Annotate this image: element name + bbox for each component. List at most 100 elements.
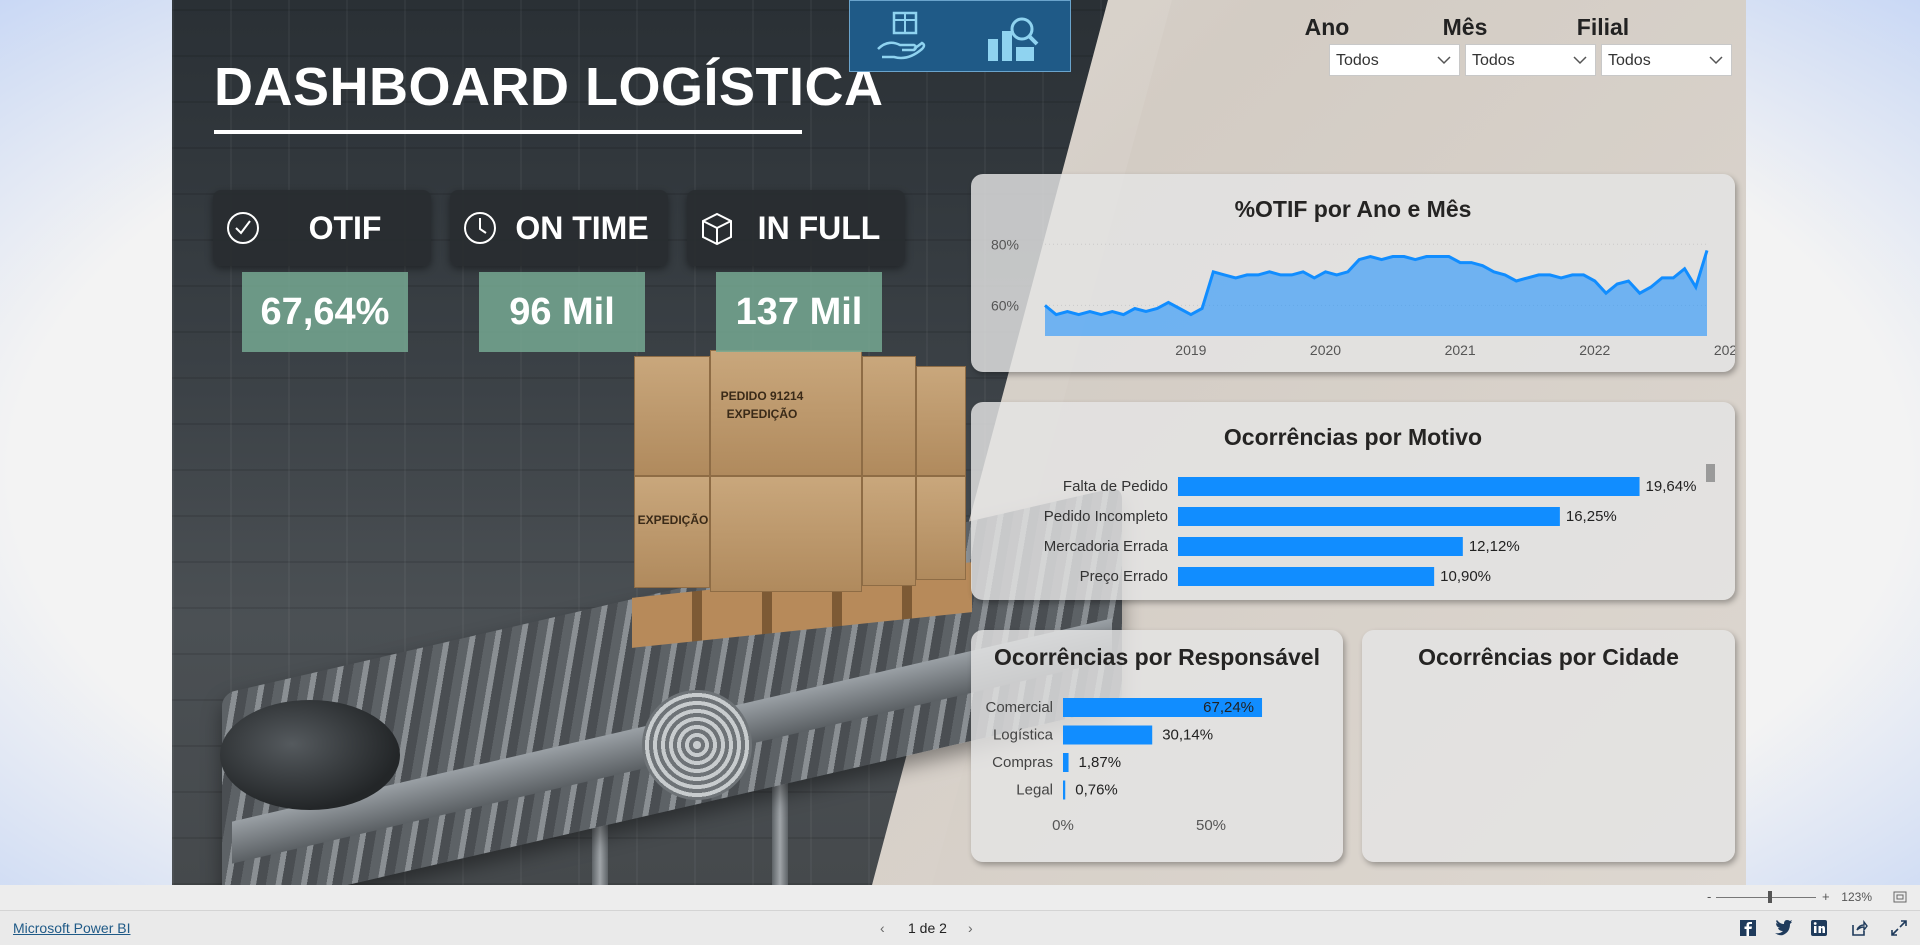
- kpi-label: OTIF: [308, 210, 382, 246]
- x-tick-label: 2023: [1714, 342, 1735, 358]
- bar[interactable]: [1178, 567, 1435, 586]
- x-tick-label: 50%: [1196, 817, 1226, 834]
- facebook-icon[interactable]: [1739, 919, 1757, 937]
- data-label: 10,90%: [1440, 568, 1491, 585]
- delivery-page-button[interactable]: [874, 9, 932, 65]
- data-label: 12,12%: [1469, 538, 1520, 555]
- fit-page-icon[interactable]: [1893, 891, 1907, 903]
- box-icon: [702, 212, 732, 246]
- category-label: Compras: [992, 754, 1053, 771]
- bar[interactable]: [1178, 477, 1640, 496]
- category-label: Comercial: [985, 699, 1053, 716]
- category-label: Preço Errado: [1080, 568, 1168, 585]
- bar[interactable]: [1063, 780, 1066, 800]
- kpi-value-otif: 67,64%: [242, 272, 408, 352]
- page-indicator: 1 de 2: [908, 920, 947, 936]
- zoom-slider-thumb[interactable]: [1768, 891, 1772, 903]
- filter-label-mes: Mês: [1442, 14, 1488, 40]
- chevron-down-icon: [1437, 56, 1451, 65]
- otif-chart-panel[interactable]: %OTIF por Ano e Mês 60% 80% 2019 2020 2021 20…: [971, 174, 1735, 372]
- title-underline: [214, 130, 802, 134]
- bar[interactable]: [1178, 507, 1560, 526]
- responsavel-chart-panel[interactable]: Ocorrências por Responsável Comercial 67,…: [971, 630, 1343, 862]
- cardboard-box: [862, 356, 916, 476]
- zoom-bar: - + 123%: [0, 885, 1920, 910]
- hand-package-icon: [877, 11, 926, 60]
- kpi-card-on-time: ON TIME: [450, 190, 668, 266]
- bar[interactable]: [1178, 537, 1463, 556]
- data-label: 1,87%: [1079, 754, 1122, 771]
- data-label: 0,76%: [1075, 782, 1118, 799]
- category-label: Logística: [993, 727, 1054, 744]
- filter-value: Todos: [1608, 52, 1651, 69]
- bar[interactable]: [1063, 725, 1153, 745]
- cardboard-box: [916, 476, 966, 580]
- bar[interactable]: [1063, 753, 1069, 772]
- scrollbar-thumb[interactable]: [1706, 464, 1715, 482]
- cardboard-box: [862, 476, 916, 586]
- check-circle-icon: [227, 212, 259, 244]
- page-title: DASHBOARD LOGÍSTICA: [214, 57, 884, 117]
- filter-value: Todos: [1336, 52, 1379, 69]
- kpi-card-in-full: IN FULL: [687, 190, 905, 266]
- category-label: Falta de Pedido: [1063, 478, 1168, 495]
- responsavel-bar-chart: Comercial 67,24% Logística 30,14% Compras 1,8…: [985, 698, 1263, 834]
- filter-dropdown-ano[interactable]: Todos: [1329, 44, 1460, 76]
- zoom-in-button[interactable]: +: [1822, 889, 1830, 904]
- x-tick-label: 0%: [1052, 817, 1074, 834]
- cardboard-box: EXPEDIÇÃO: [634, 476, 710, 588]
- chevron-down-icon: [1709, 56, 1723, 65]
- report-canvas: PEDIDO 91214 EXPEDIÇÃO EXPEDIÇÃO DASHBOA…: [172, 0, 1746, 885]
- share-icon[interactable]: [1850, 919, 1868, 937]
- x-tick-label: 2019: [1175, 342, 1206, 358]
- chart-search-icon: [988, 17, 1039, 61]
- next-page-button[interactable]: ›: [968, 920, 973, 936]
- kpi-label: ON TIME: [515, 210, 649, 246]
- filter-label-filial: Filial: [1576, 14, 1630, 40]
- x-tick-label: 2022: [1579, 342, 1610, 358]
- zoom-slider-track[interactable]: [1716, 897, 1816, 898]
- conveyor-roller: [220, 700, 400, 810]
- cardboard-box: PEDIDO 91214 EXPEDIÇÃO: [710, 350, 862, 476]
- filter-dropdown-filial[interactable]: Todos: [1601, 44, 1732, 76]
- filter-value: Todos: [1472, 52, 1515, 69]
- zoom-level: 123%: [1841, 890, 1872, 904]
- otif-area-chart: 60% 80% 2019 2020 2021 2022 2023: [991, 236, 1735, 358]
- filter-dropdown-mes[interactable]: Todos: [1465, 44, 1596, 76]
- motivo-chart-panel[interactable]: Ocorrências por Motivo Falta de Pedido 19…: [971, 402, 1735, 600]
- data-label: 67,24%: [1203, 699, 1254, 716]
- power-bi-link[interactable]: Microsoft Power BI: [13, 920, 130, 936]
- category-label: Legal: [1016, 782, 1053, 799]
- analysis-page-button[interactable]: [984, 9, 1042, 65]
- y-tick-label: 80%: [991, 236, 1019, 252]
- chevron-down-icon: [1573, 56, 1587, 65]
- data-label: 19,64%: [1646, 478, 1697, 495]
- category-label: Mercadoria Errada: [1044, 538, 1169, 555]
- footer-bar: Microsoft Power BI ‹ 1 de 2 ›: [0, 910, 1920, 945]
- motivo-bar-chart: Falta de Pedido 19,64% Pedido Incompleto 16…: [1044, 477, 1697, 586]
- box-label: EXPEDIÇÃO: [637, 513, 709, 527]
- kpi-label: IN FULL: [757, 210, 881, 246]
- linkedin-icon[interactable]: [1810, 919, 1828, 937]
- x-tick-label: 2020: [1310, 342, 1341, 358]
- data-label: 16,25%: [1566, 508, 1617, 525]
- kpi-value-in-full: 137 Mil: [716, 272, 882, 352]
- cardboard-box: [916, 366, 966, 476]
- cidade-chart-panel[interactable]: Ocorrências por Cidade: [1362, 630, 1735, 862]
- box-label: EXPEDIÇÃO: [726, 407, 798, 421]
- clock-icon: [464, 212, 496, 244]
- kpi-card-otif: OTIF: [213, 190, 431, 266]
- y-tick-label: 60%: [991, 297, 1019, 313]
- conveyor-motor: [642, 690, 752, 800]
- twitter-icon[interactable]: [1774, 919, 1792, 937]
- previous-page-button[interactable]: ‹: [880, 920, 885, 936]
- zoom-out-button[interactable]: -: [1707, 889, 1711, 904]
- cardboard-box: [634, 356, 710, 476]
- kpi-value-on-time: 96 Mil: [479, 272, 645, 352]
- cardboard-box: [710, 476, 862, 592]
- fullscreen-icon[interactable]: [1890, 919, 1908, 937]
- navigation-panel: [849, 0, 1071, 72]
- data-label: 30,14%: [1162, 727, 1213, 744]
- box-label: PEDIDO 91214: [720, 389, 804, 403]
- filter-label-ano: Ano: [1304, 14, 1350, 40]
